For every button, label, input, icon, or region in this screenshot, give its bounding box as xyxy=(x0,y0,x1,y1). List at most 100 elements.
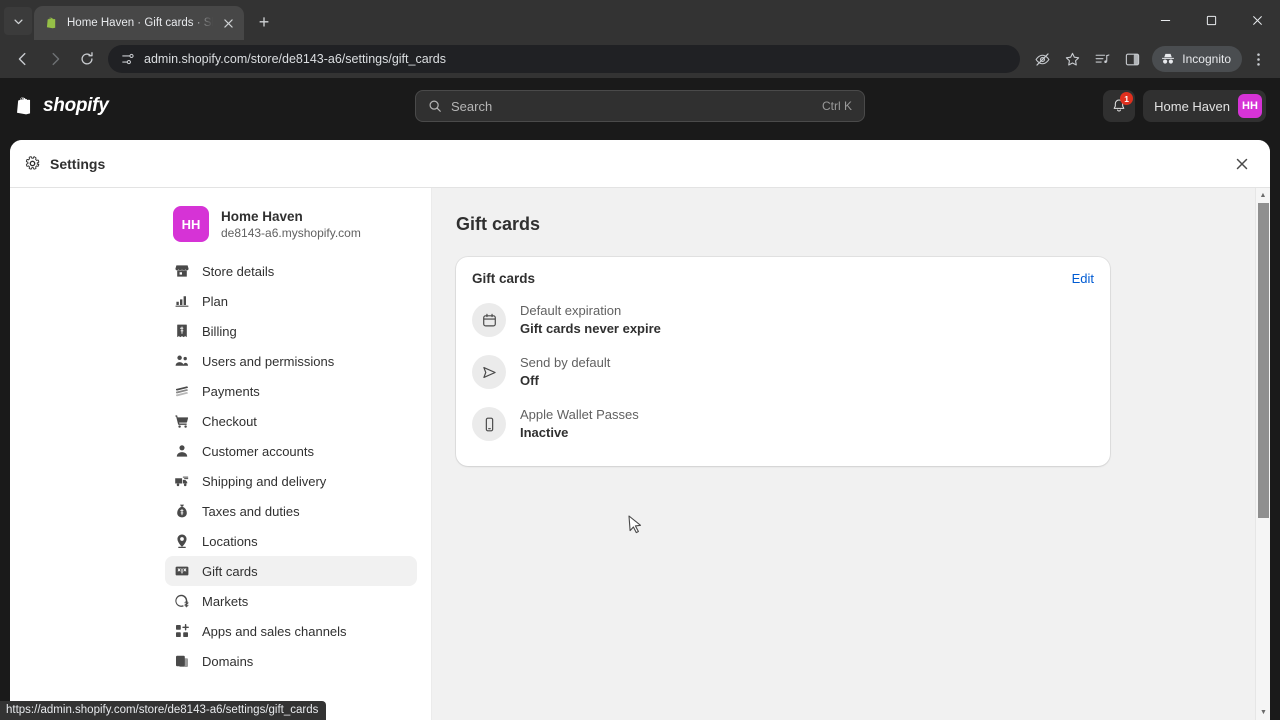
reading-list-icon[interactable] xyxy=(1088,45,1116,73)
reload-icon[interactable] xyxy=(72,44,102,74)
site-settings-sliders-icon[interactable] xyxy=(120,51,136,67)
search-input[interactable]: Search Ctrl K xyxy=(415,90,865,122)
sidebar-item-label: Store details xyxy=(202,263,275,279)
window-close-button[interactable] xyxy=(1234,0,1280,40)
mobile-device-icon xyxy=(472,407,506,441)
sidebar-item-billing[interactable]: Billing xyxy=(165,316,417,346)
users-icon xyxy=(173,352,191,370)
sidebar-item-label: Taxes and duties xyxy=(202,503,300,519)
sidebar-store-domain: de8143-a6.myshopify.com xyxy=(221,225,361,240)
address-bar-url: admin.shopify.com/store/de8143-a6/settin… xyxy=(144,52,447,66)
tab-close-icon[interactable] xyxy=(220,15,236,31)
billing-receipt-icon xyxy=(173,322,191,340)
incognito-indicator[interactable]: Incognito xyxy=(1152,46,1242,72)
star-icon[interactable] xyxy=(1058,45,1086,73)
sidebar-store-name: Home Haven xyxy=(221,208,303,224)
status-bar-url: https://admin.shopify.com/store/de8143-a… xyxy=(0,701,327,720)
domains-icon xyxy=(173,652,191,670)
edit-button[interactable]: Edit xyxy=(1072,271,1094,286)
sidebar-item-checkout[interactable]: Checkout xyxy=(165,406,417,436)
browser-window: Home Haven · Gift cards · Shop + xyxy=(0,0,1280,720)
eye-slash-icon[interactable] xyxy=(1028,45,1056,73)
sidebar-item-label: Plan xyxy=(202,293,229,309)
payments-card-icon xyxy=(173,382,191,400)
sidebar-item-payments[interactable]: Payments xyxy=(165,376,417,406)
settings-sidebar-inner: HH Home Haven de8143-a6.myshopify.com St… xyxy=(165,202,417,676)
setting-row-default-expiration: Default expiration Gift cards never expi… xyxy=(472,294,1094,346)
close-icon[interactable] xyxy=(1228,150,1256,178)
header-right-controls: 1 Home Haven HH xyxy=(1103,90,1266,122)
gear-icon xyxy=(24,155,41,172)
setting-label: Apple Wallet Passes xyxy=(520,407,639,422)
sidebar-item-label: Locations xyxy=(202,533,258,549)
notifications-button[interactable]: 1 xyxy=(1103,90,1136,122)
window-maximize-button[interactable] xyxy=(1188,0,1234,40)
card-header: Gift cards Edit xyxy=(472,271,1094,286)
settings-modal: Settings HH Home Haven de8143-a6.myshopi… xyxy=(10,140,1270,720)
search-icon xyxy=(428,99,442,113)
header-search-wrapper: Search Ctrl K xyxy=(0,90,1280,122)
sidebar-store-profile[interactable]: HH Home Haven de8143-a6.myshopify.com xyxy=(165,202,417,256)
gift-cards-card: Gift cards Edit Default expiration Gift … xyxy=(456,257,1110,466)
sidebar-item-label: Domains xyxy=(202,653,254,669)
page-title: Settings xyxy=(50,155,106,172)
store-name-label: Home Haven xyxy=(1154,98,1230,114)
sidebar-item-label: Markets xyxy=(202,593,249,609)
tab-search-list-icon[interactable] xyxy=(4,7,32,35)
sidebar-item-gift-cards[interactable]: Gift cards xyxy=(165,556,417,586)
browser-tab-title: Home Haven · Gift cards · Shop xyxy=(67,17,213,29)
setting-label: Default expiration xyxy=(520,303,622,318)
shopify-bag-icon xyxy=(44,15,60,31)
setting-row-apple-wallet-passes: Apple Wallet Passes Inactive xyxy=(472,398,1094,450)
new-tab-button[interactable]: + xyxy=(250,8,278,36)
vertical-scrollbar[interactable]: ▲ ▼ xyxy=(1255,188,1270,720)
person-icon xyxy=(173,442,191,460)
sidebar-item-customer-accounts[interactable]: Customer accounts xyxy=(165,436,417,466)
settings-sidebar: HH Home Haven de8143-a6.myshopify.com St… xyxy=(10,188,432,720)
sidebar-item-shipping-and-delivery[interactable]: Shipping and delivery xyxy=(165,466,417,496)
scroll-up-arrow-icon[interactable]: ▲ xyxy=(1256,188,1270,203)
side-panel-icon[interactable] xyxy=(1118,45,1146,73)
settings-modal-header: Settings xyxy=(10,140,1270,188)
notification-badge: 1 xyxy=(1120,92,1134,105)
avatar: HH xyxy=(173,206,209,242)
sidebar-item-label: Billing xyxy=(202,323,237,339)
sidebar-item-label: Checkout xyxy=(202,413,257,429)
shopify-wordmark: shopify xyxy=(43,95,109,116)
three-dot-menu-icon[interactable] xyxy=(1244,45,1272,73)
shopping-cart-icon xyxy=(173,412,191,430)
sidebar-item-users-and-permissions[interactable]: Users and permissions xyxy=(165,346,417,376)
window-minimize-button[interactable] xyxy=(1142,0,1188,40)
browser-toolbar: admin.shopify.com/store/de8143-a6/settin… xyxy=(0,40,1280,78)
sidebar-item-apps-and-sales-channels[interactable]: Apps and sales channels xyxy=(165,616,417,646)
settings-modal-body: HH Home Haven de8143-a6.myshopify.com St… xyxy=(10,188,1270,720)
store-switcher-button[interactable]: Home Haven HH xyxy=(1143,90,1266,122)
shopify-logo[interactable]: shopify xyxy=(14,95,109,117)
taxes-money-bag-icon xyxy=(173,502,191,520)
send-paper-plane-icon xyxy=(472,355,506,389)
globe-markets-icon xyxy=(173,592,191,610)
sidebar-item-taxes-and-duties[interactable]: Taxes and duties xyxy=(165,496,417,526)
shopify-bag-icon xyxy=(14,95,36,117)
setting-value: Off xyxy=(520,373,539,388)
storefront-icon xyxy=(173,262,191,280)
sidebar-item-label: Shipping and delivery xyxy=(202,473,327,489)
sidebar-item-plan[interactable]: Plan xyxy=(165,286,417,316)
sidebar-item-markets[interactable]: Markets xyxy=(165,586,417,616)
settings-content-area: Gift cards Gift cards Edit Default expir… xyxy=(432,188,1270,720)
setting-row-send-by-default: Send by default Off xyxy=(472,346,1094,398)
setting-label: Send by default xyxy=(520,355,611,370)
sidebar-item-label: Users and permissions xyxy=(202,353,335,369)
browser-tab[interactable]: Home Haven · Gift cards · Shop xyxy=(34,6,244,40)
apps-grid-icon xyxy=(173,622,191,640)
sidebar-item-domains[interactable]: Domains xyxy=(165,646,417,676)
sidebar-item-label: Apps and sales channels xyxy=(202,623,347,639)
sidebar-item-store-details[interactable]: Store details xyxy=(165,256,417,286)
search-placeholder: Search xyxy=(451,98,493,114)
scrollbar-thumb[interactable] xyxy=(1258,203,1269,518)
calendar-expiration-icon xyxy=(472,303,506,337)
sidebar-item-locations[interactable]: Locations xyxy=(165,526,417,556)
address-bar[interactable]: admin.shopify.com/store/de8143-a6/settin… xyxy=(108,45,1021,73)
back-arrow-icon[interactable] xyxy=(8,44,38,74)
scroll-down-arrow-icon[interactable]: ▼ xyxy=(1256,705,1270,720)
